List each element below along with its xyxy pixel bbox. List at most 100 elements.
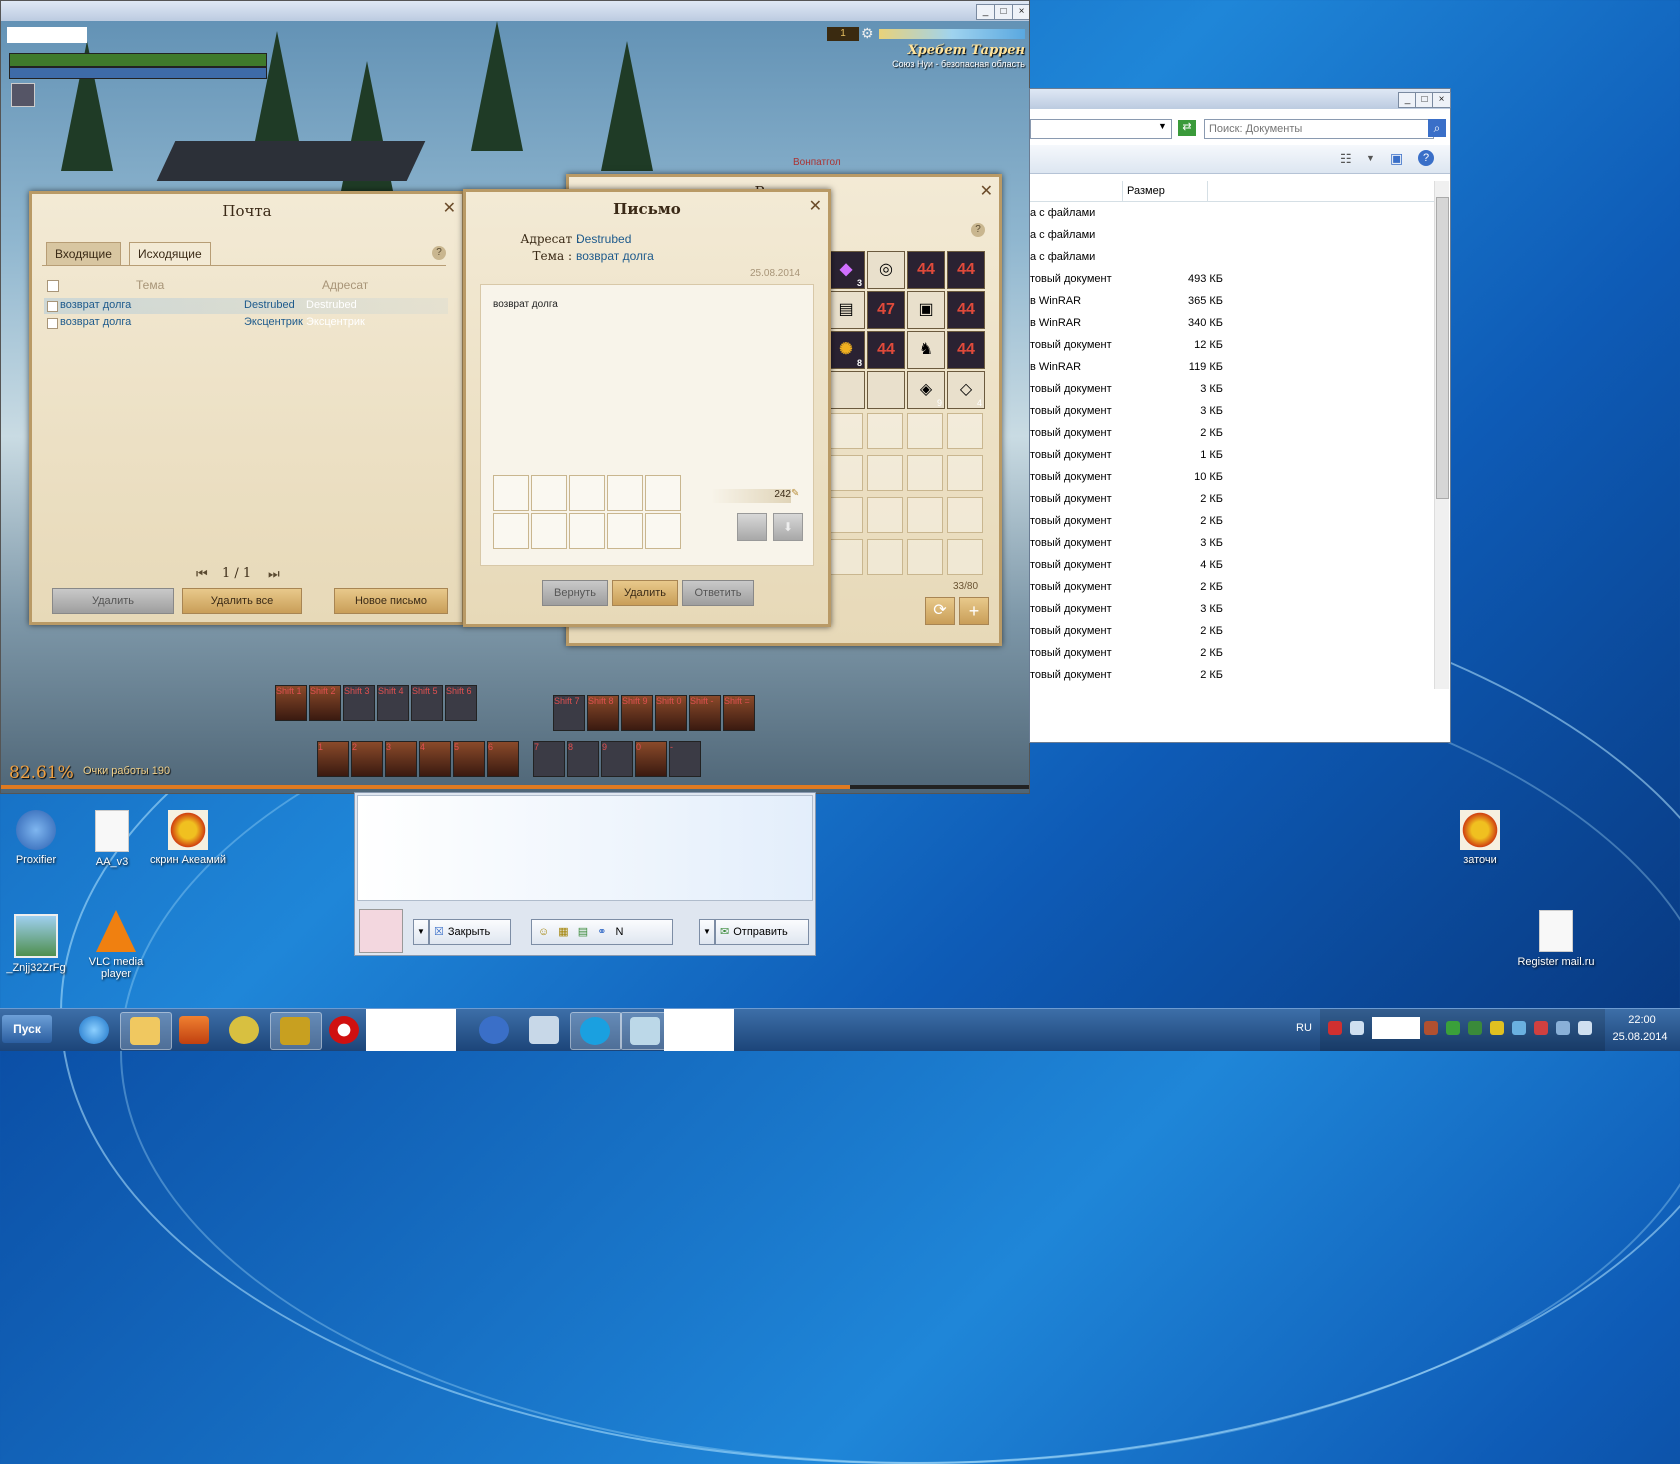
last-page-icon[interactable]: ⏭ xyxy=(268,566,280,582)
hotkey-slot[interactable]: Shift 4 xyxy=(377,685,409,721)
inventory-slot[interactable]: ▣ xyxy=(907,291,945,329)
close-button[interactable]: × xyxy=(1432,92,1451,108)
hotkey-slot[interactable]: 4 xyxy=(419,741,451,777)
hotkey-slot[interactable]: Shift 1 xyxy=(275,685,307,721)
send-button[interactable]: ✉ Отправить xyxy=(715,919,809,945)
attachment-slot[interactable] xyxy=(607,475,643,511)
volume-icon[interactable] xyxy=(1350,1021,1364,1035)
list-item[interactable]: товый документ 10 КБ xyxy=(1030,467,1430,489)
column-size[interactable]: Размер xyxy=(1122,181,1208,201)
column-recipient[interactable]: Адресат xyxy=(322,278,368,292)
flag-icon[interactable] xyxy=(1534,1021,1548,1035)
attachment-slot[interactable] xyxy=(569,513,605,549)
inventory-slot[interactable]: ◆ 3 xyxy=(827,251,865,289)
hotkey-slot[interactable]: 7 xyxy=(533,741,565,777)
explorer-window[interactable]: _ □ × ▼ ⇄ ⌕ ☷ ▼ ▣ ? Размер а с файлами а… xyxy=(1029,88,1451,743)
hotkey-slot[interactable]: Shift 5 xyxy=(411,685,443,721)
update-icon[interactable] xyxy=(1468,1021,1482,1035)
start-button[interactable]: Пуск xyxy=(2,1015,52,1043)
desktop-icon-zatochi[interactable]: заточи xyxy=(1440,810,1520,866)
inventory-slot[interactable] xyxy=(907,413,943,449)
taskbar-skype[interactable] xyxy=(570,1012,622,1050)
close-icon[interactable]: ✕ xyxy=(809,196,822,216)
message-input[interactable] xyxy=(357,795,813,901)
reply-button[interactable]: Ответить xyxy=(682,580,754,606)
delete-letter-button[interactable]: Удалить xyxy=(612,580,678,606)
attachment-slot[interactable] xyxy=(531,513,567,549)
file-icon[interactable]: ▤ xyxy=(578,926,588,938)
list-item[interactable]: товый документ 2 КБ xyxy=(1030,577,1430,599)
inventory-slot[interactable]: ✺ 8 xyxy=(827,331,865,369)
hotkey-slot[interactable]: - xyxy=(669,741,701,777)
tab-outbox[interactable]: Исходящие xyxy=(129,242,211,266)
hotkey-slot[interactable]: 8 xyxy=(567,741,599,777)
attachment-slot[interactable] xyxy=(493,513,529,549)
clock-time[interactable]: 22:00 xyxy=(1610,1014,1674,1026)
hotkey-slot[interactable]: Shift 9 xyxy=(621,695,653,731)
attachment-slot[interactable] xyxy=(645,475,681,511)
inventory-slot[interactable] xyxy=(907,497,943,533)
game-window[interactable]: _ □ × 1 ⚙ Хребет Таррен Союз Нуи - безоп… xyxy=(0,0,1030,794)
list-item[interactable]: товый документ 3 КБ xyxy=(1030,401,1430,423)
list-item[interactable]: а с файлами xyxy=(1030,203,1430,225)
hotkey-slot[interactable]: 3 xyxy=(385,741,417,777)
avatar[interactable] xyxy=(11,83,35,107)
list-item[interactable]: товый документ 12 КБ xyxy=(1030,335,1430,357)
inventory-slot[interactable]: 44 xyxy=(947,291,985,329)
hotkey-slot[interactable]: 2 xyxy=(351,741,383,777)
new-letter-button[interactable]: Новое письмо xyxy=(334,588,448,614)
inventory-slot[interactable] xyxy=(827,539,863,575)
tab-inbox[interactable]: Входящие xyxy=(46,242,121,266)
inventory-slot[interactable]: ▤ xyxy=(827,291,865,329)
inventory-slot[interactable]: ♞ xyxy=(907,331,945,369)
maximize-button[interactable]: □ xyxy=(994,4,1013,20)
inventory-slot[interactable]: ◈ 9 xyxy=(907,371,945,409)
clock-date[interactable]: 25.08.2014 xyxy=(1600,1031,1680,1043)
list-item[interactable]: товый документ 3 КБ xyxy=(1030,599,1430,621)
list-item[interactable]: товый документ 3 КБ xyxy=(1030,379,1430,401)
return-button[interactable]: Вернуть xyxy=(542,580,608,606)
inventory-slot[interactable] xyxy=(827,497,863,533)
inventory-slot[interactable] xyxy=(947,497,983,533)
hotkey-slot[interactable]: Shift 8 xyxy=(587,695,619,731)
list-item[interactable]: товый документ 1 КБ xyxy=(1030,445,1430,467)
taskbar-game[interactable] xyxy=(270,1012,322,1050)
hotkey-slot[interactable]: Shift 6 xyxy=(445,685,477,721)
inventory-slot[interactable]: ◇ 4 xyxy=(947,371,985,409)
close-chat-button[interactable]: ☒ Закрыть xyxy=(429,919,511,945)
list-item[interactable]: в WinRAR 340 КБ xyxy=(1030,313,1430,335)
attachment-slot[interactable] xyxy=(569,475,605,511)
chevron-down-icon[interactable]: ▼ xyxy=(1366,153,1375,163)
inventory-slot[interactable] xyxy=(827,455,863,491)
help-icon[interactable]: ? xyxy=(432,246,446,260)
inventory-slot[interactable] xyxy=(867,539,903,575)
inventory-slot[interactable] xyxy=(827,371,865,409)
language-indicator[interactable]: RU xyxy=(1296,1022,1312,1034)
inventory-slot[interactable] xyxy=(867,413,903,449)
inventory-slot[interactable]: 47 xyxy=(867,291,905,329)
taskbar-app[interactable] xyxy=(220,1012,270,1048)
inventory-slot[interactable]: 44 xyxy=(947,251,985,289)
power-icon[interactable] xyxy=(1556,1021,1570,1035)
list-item[interactable]: товый документ 2 КБ xyxy=(1030,621,1430,643)
messenger-window[interactable]: ▼ ☒ Закрыть ☺ ▦ ▤ ⚭ N ▼ ✉ Отправить xyxy=(354,792,816,956)
help-icon[interactable]: ? xyxy=(971,223,985,237)
select-all-checkbox[interactable] xyxy=(47,280,59,292)
search-icon[interactable]: ⌕ xyxy=(1428,119,1446,137)
taskbar-calculator[interactable] xyxy=(520,1012,570,1048)
list-item[interactable]: а с файлами xyxy=(1030,225,1430,247)
antivirus-icon[interactable] xyxy=(1328,1021,1342,1035)
close-button[interactable]: × xyxy=(1012,4,1029,20)
bulb-icon[interactable] xyxy=(1490,1021,1504,1035)
list-item[interactable]: в WinRAR 119 КБ xyxy=(1030,357,1430,379)
row-checkbox[interactable] xyxy=(47,318,58,329)
list-item[interactable]: товый документ 2 КБ xyxy=(1030,423,1430,445)
inventory-slot[interactable] xyxy=(947,413,983,449)
first-page-icon[interactable]: ⏮ xyxy=(196,566,208,582)
hotkey-slot[interactable]: 6 xyxy=(487,741,519,777)
hotkey-slot[interactable]: 5 xyxy=(453,741,485,777)
expand-icon[interactable]: + xyxy=(959,597,989,625)
hotkey-slot[interactable]: Shift 7 xyxy=(553,695,585,731)
inventory-slot[interactable] xyxy=(947,455,983,491)
attachment-slot[interactable] xyxy=(531,475,567,511)
